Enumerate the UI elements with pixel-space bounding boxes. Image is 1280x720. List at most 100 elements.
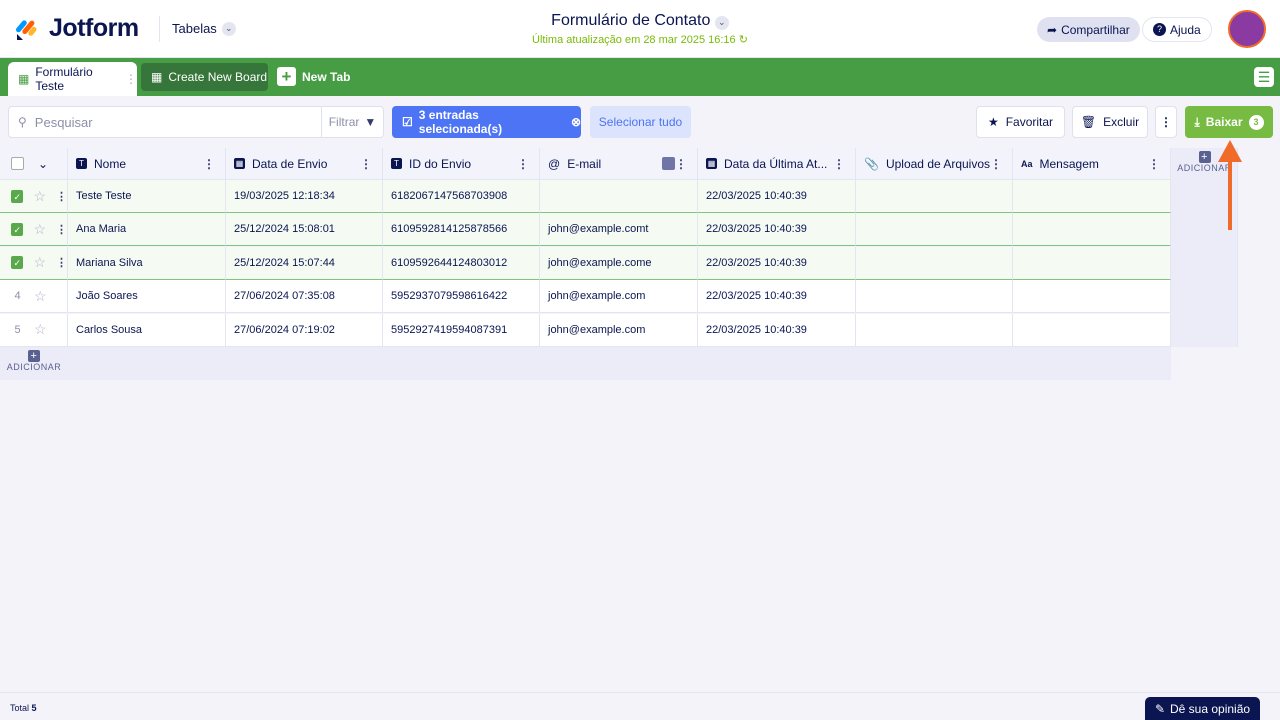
more-icon[interactable]: ⋮: [360, 157, 372, 171]
table-cell[interactable]: 5952927419594087391: [383, 313, 540, 347]
select-all-checkbox[interactable]: [11, 157, 24, 170]
table-cell[interactable]: 6109592644124803012: [383, 246, 540, 280]
table-cell[interactable]: [856, 180, 1013, 213]
note-icon[interactable]: [662, 157, 675, 170]
search-input[interactable]: ⚲ Pesquisar Filtrar ▼: [8, 106, 384, 138]
table-cell[interactable]: john@example.com: [540, 280, 698, 314]
more-icon[interactable]: ⋮: [833, 157, 845, 171]
table-cell[interactable]: 25/12/2024 15:07:44: [226, 246, 383, 280]
star-icon[interactable]: ☆: [34, 321, 47, 338]
row-number[interactable]: 5: [11, 324, 24, 336]
table-cell[interactable]: [1013, 280, 1171, 314]
search-icon: ⚲: [18, 115, 27, 129]
chevron-down-icon[interactable]: ⌄: [714, 15, 729, 30]
table-cell[interactable]: Carlos Sousa: [68, 313, 226, 347]
table-cell[interactable]: João Soares: [68, 280, 226, 314]
column-header[interactable]: @ E-mail ⋮: [540, 148, 698, 180]
table-cell[interactable]: john@example.comt: [540, 213, 698, 247]
table-cell[interactable]: [856, 246, 1013, 280]
help-button[interactable]: ? Ajuda: [1142, 17, 1212, 42]
column-header[interactable]: ▦ Data de Envio ⋮: [226, 148, 383, 180]
row-checkbox[interactable]: ✓: [11, 256, 24, 270]
table-cell[interactable]: Mariana Silva: [68, 246, 226, 280]
table-row[interactable]: 4 ☆ João Soares 27/06/2024 07:35:08 59529370…: [0, 280, 1171, 314]
table-cell[interactable]: [856, 213, 1013, 247]
avatar[interactable]: [1228, 10, 1266, 48]
more-icon[interactable]: ⋮: [517, 157, 529, 171]
more-icon[interactable]: ⋮: [990, 157, 1002, 171]
feedback-icon: ✎: [1154, 701, 1165, 716]
table-cell[interactable]: [1013, 213, 1171, 247]
table-row[interactable]: ✓ ☆ ⋮ Ana Maria 25/12/2024 15:08:01 610959281…: [0, 213, 1171, 247]
star-icon[interactable]: ☆: [33, 221, 46, 238]
table-cell[interactable]: 19/03/2025 12:18:34: [226, 180, 383, 213]
table-cell[interactable]: 25/12/2024 15:08:01: [226, 213, 383, 247]
more-icon[interactable]: ⋮: [56, 256, 67, 269]
column-header[interactable]: Aa Mensagem ⋮: [1013, 148, 1171, 180]
last-update-text: Última atualização em 28 mar 2025 16:16: [532, 34, 736, 46]
favorite-label: Favoritar: [1005, 115, 1054, 129]
favorite-button[interactable]: ★ Favoritar: [976, 106, 1065, 138]
text-icon: T: [391, 158, 402, 169]
column-header[interactable]: ▦ Data da Última At... ⋮: [698, 148, 856, 180]
table-cell[interactable]: [856, 313, 1013, 347]
more-icon[interactable]: ⋮: [675, 157, 687, 171]
more-icon[interactable]: ⋮: [56, 190, 67, 203]
table-cell[interactable]: 22/03/2025 10:40:39: [698, 280, 856, 314]
row-checkbox[interactable]: ✓: [11, 189, 24, 203]
more-icon[interactable]: ⋮: [203, 157, 215, 171]
table-cell[interactable]: 6182067147568703908: [383, 180, 540, 213]
new-tab-button[interactable]: + New Tab: [277, 67, 350, 86]
add-row-button[interactable]: + ADICIONAR: [0, 350, 68, 372]
more-options-button[interactable]: ⋮: [1155, 106, 1177, 138]
clear-selection-icon[interactable]: ⊗: [571, 115, 581, 129]
table-row[interactable]: ✓ ☆ ⋮ Teste Teste 19/03/2025 12:18:34 6182067…: [0, 180, 1171, 213]
tab-formulario-teste[interactable]: ▦ Formulário Teste ⋮: [8, 62, 137, 96]
more-icon[interactable]: ⋮: [1148, 157, 1160, 171]
selected-entries-badge[interactable]: ☑ 3 entradas selecionada(s) ⊗: [392, 106, 581, 138]
table-cell[interactable]: [1013, 180, 1171, 213]
star-icon[interactable]: ☆: [33, 254, 46, 271]
table-row[interactable]: ✓ ☆ ⋮ Mariana Silva 25/12/2024 15:07:44 61095…: [0, 246, 1171, 280]
table-cell[interactable]: john@example.come: [540, 246, 698, 280]
row-checkbox[interactable]: ✓: [11, 222, 24, 236]
table-row[interactable]: 5 ☆ Carlos Sousa 27/06/2024 07:19:02 5952927…: [0, 313, 1171, 347]
text-icon: T: [76, 158, 87, 169]
table-cell[interactable]: 5952937079598616422: [383, 280, 540, 314]
table-cell[interactable]: 22/03/2025 10:40:39: [698, 213, 856, 247]
table-cell[interactable]: [856, 280, 1013, 314]
column-header[interactable]: T ID do Envio ⋮: [383, 148, 540, 180]
create-board-button[interactable]: ▦ Create New Board: [141, 63, 268, 91]
table-cell[interactable]: 22/03/2025 10:40:39: [698, 313, 856, 347]
table-cell[interactable]: Teste Teste: [68, 180, 226, 213]
table-cell[interactable]: 27/06/2024 07:35:08: [226, 280, 383, 314]
table-cell[interactable]: john@example.com: [540, 313, 698, 347]
more-icon[interactable]: ⋮: [56, 223, 67, 236]
delete-label: Excluir: [1103, 115, 1140, 129]
row-number[interactable]: 4: [11, 290, 24, 302]
menu-icon[interactable]: ☰: [1254, 67, 1274, 87]
table-cell[interactable]: 27/06/2024 07:19:02: [226, 313, 383, 347]
download-button[interactable]: ⤓ Baixar 3: [1185, 106, 1273, 138]
share-button[interactable]: ➦ Compartilhar: [1037, 17, 1140, 42]
table-cell[interactable]: 22/03/2025 10:40:39: [698, 246, 856, 280]
tab-label: Formulário Teste: [35, 65, 93, 93]
column-header[interactable]: T Nome ⋮: [68, 148, 226, 180]
star-icon[interactable]: ☆: [34, 288, 47, 305]
table-cell[interactable]: [1013, 313, 1171, 347]
chevron-down-icon[interactable]: ⌄: [38, 157, 48, 171]
table-cell[interactable]: Ana Maria: [68, 213, 226, 247]
filter-button[interactable]: Filtrar ▼: [321, 107, 383, 137]
star-icon[interactable]: ☆: [33, 188, 46, 205]
feedback-button[interactable]: ✎ Dê sua opinião: [1145, 697, 1260, 720]
select-all-button[interactable]: Selecionar tudo: [590, 106, 691, 138]
table-cell[interactable]: 22/03/2025 10:40:39: [698, 180, 856, 213]
more-icon[interactable]: ⋮: [125, 72, 137, 86]
column-header[interactable]: 📎 Upload de Arquivos ⋮: [856, 148, 1013, 180]
total-label: Total: [10, 703, 30, 713]
table-cell[interactable]: 6109592814125878566: [383, 213, 540, 247]
table-cell[interactable]: [1013, 246, 1171, 280]
delete-button[interactable]: 🗑 Excluir: [1072, 106, 1148, 138]
refresh-icon[interactable]: ↻: [739, 34, 748, 46]
table-cell[interactable]: [540, 180, 698, 213]
